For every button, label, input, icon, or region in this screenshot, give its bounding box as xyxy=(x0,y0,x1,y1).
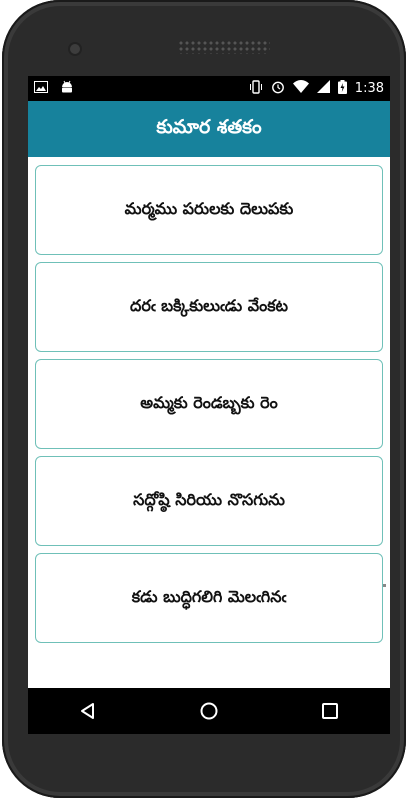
list-item[interactable]: కడు బుద్ధిగలిగి మెలఁగినఁ xyxy=(35,553,383,643)
list-item[interactable]: సద్గోష్ఠి సిరియు నొసగును xyxy=(35,456,383,546)
android-icon xyxy=(60,80,74,98)
speaker-grille xyxy=(178,40,270,54)
wifi-icon xyxy=(292,80,309,97)
vibrate-icon xyxy=(249,79,263,98)
back-icon xyxy=(81,703,95,719)
list-item-label: సద్గోష్ఠి సిరియు నొసగును xyxy=(133,489,285,509)
back-button[interactable] xyxy=(68,691,108,731)
list-item-label: మర్మము పరులకు దెలుపకు xyxy=(124,198,294,218)
list-item[interactable]: దరఁ బక్కికులుఁడు వేంకట xyxy=(35,262,383,352)
battery-charging-icon xyxy=(337,79,347,98)
recents-button[interactable] xyxy=(310,691,350,731)
navigation-bar xyxy=(28,688,390,734)
signal-icon xyxy=(316,80,330,97)
list-item-label: దరఁ బక్కికులుఁడు వేంకట xyxy=(130,295,288,315)
status-time: 1:38 xyxy=(354,81,384,96)
list-item[interactable]: మర్మము పరులకు దెలుపకు xyxy=(35,165,383,255)
home-button[interactable] xyxy=(189,691,229,731)
app-title: కుమార శతకం xyxy=(156,115,262,138)
edge-dot xyxy=(383,584,386,587)
image-icon xyxy=(34,80,48,97)
home-icon xyxy=(200,702,218,720)
verse-list: మర్మము పరులకు దెలుపకు దరఁ బక్కికులుఁడు వ… xyxy=(28,157,390,643)
front-camera xyxy=(70,44,80,54)
screen: 1:38 కుమార శతకం మర్మము పరులకు దెలుపకు దర… xyxy=(28,76,390,688)
list-item-label: కడు బుద్ధిగలిగి మెలఁగినఁ xyxy=(131,586,287,606)
status-bar: 1:38 xyxy=(28,76,390,101)
app-bar: కుమార శతకం xyxy=(28,101,390,157)
list-item-label: అమ్మకు రెండబ్బకు రెం xyxy=(140,392,278,412)
alarm-icon xyxy=(271,80,285,98)
recents-icon xyxy=(321,703,338,719)
list-item[interactable]: అమ్మకు రెండబ్బకు రెం xyxy=(35,359,383,449)
